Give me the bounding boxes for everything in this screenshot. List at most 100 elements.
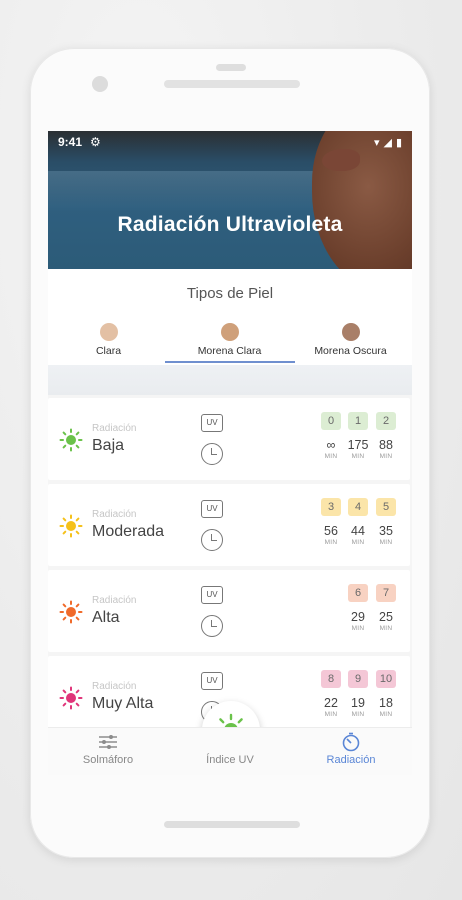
skin-swatch bbox=[341, 323, 360, 341]
tab-label: Morena Clara bbox=[197, 345, 262, 357]
skin-types-title: Tipos de Piel bbox=[186, 285, 274, 302]
uv-index-column: 5 35 MIN bbox=[375, 498, 397, 546]
uv-index-badge: 7 bbox=[376, 584, 396, 602]
minutes-unit: MIN bbox=[351, 539, 365, 546]
exposure-minutes: ∞ bbox=[326, 438, 336, 452]
uv-index-column: 1 175 MIN bbox=[347, 412, 369, 460]
phone-camera bbox=[92, 76, 108, 92]
phone-home-bar bbox=[164, 821, 300, 828]
exposure-minutes: 29 bbox=[351, 610, 365, 624]
exposure-minutes: 25 bbox=[379, 610, 393, 624]
skin-swatch bbox=[99, 323, 118, 341]
battery-icon: ▮ bbox=[395, 136, 402, 149]
uv-index-badge: 5 bbox=[376, 498, 396, 516]
app-screen: 9:41 ⚙ ▾ ◢ ▮ Radiación Ultravioleta Tipo… bbox=[48, 131, 412, 775]
uv-index-column: 9 19 MIN bbox=[347, 670, 369, 718]
minutes-unit: MIN bbox=[379, 453, 393, 460]
sun-icon bbox=[59, 686, 83, 710]
minutes-unit: MIN bbox=[324, 453, 338, 460]
radiation-level: Muy Alta bbox=[92, 695, 154, 712]
radiation-list: Radiación Baja UV 0 ∞ MIN 1 175 MIN 2 88 M… bbox=[48, 398, 412, 742]
exposure-minutes: 175 bbox=[347, 438, 369, 452]
minutes-unit: MIN bbox=[324, 711, 338, 718]
phone-sensor bbox=[216, 64, 246, 71]
uv-index-badge: 4 bbox=[348, 498, 368, 516]
skin-types-panel: Tipos de Piel Clara Morena Clara Morena … bbox=[48, 269, 412, 365]
signal-icon: ◢ bbox=[383, 136, 392, 149]
minutes-unit: MIN bbox=[351, 711, 365, 718]
tab-active-indicator bbox=[165, 361, 295, 363]
nav-label: Solmáforo bbox=[82, 754, 134, 766]
minutes-unit: MIN bbox=[379, 539, 393, 546]
uv-icon: UV bbox=[201, 672, 223, 690]
sliders-icon bbox=[48, 732, 168, 752]
exposure-minutes: 44 bbox=[351, 524, 365, 538]
nav-item-solmaforo[interactable]: Solmáforo bbox=[48, 732, 168, 766]
nav-label: Índice UV bbox=[206, 754, 254, 766]
radiation-level: Baja bbox=[92, 437, 125, 454]
sun-icon bbox=[59, 600, 83, 624]
exposure-minutes: 22 bbox=[324, 696, 338, 710]
sun-icon bbox=[59, 428, 83, 452]
minutes-unit: MIN bbox=[351, 625, 365, 632]
tab-skin-clara[interactable]: Clara bbox=[48, 323, 169, 357]
radiation-card[interactable]: Radiación Moderada UV 3 56 MIN 4 44 MIN 5 … bbox=[48, 484, 410, 566]
phone-speaker bbox=[164, 80, 300, 88]
uv-index-badge: 0 bbox=[321, 412, 341, 430]
uv-icon: UV bbox=[201, 586, 223, 604]
uv-index-badge: 8 bbox=[321, 670, 341, 688]
status-bar: 9:41 ⚙ ▾ ◢ ▮ bbox=[48, 131, 412, 153]
timer-icon bbox=[291, 732, 411, 752]
radiation-level: Alta bbox=[92, 609, 120, 626]
section-divider bbox=[48, 365, 412, 395]
wifi-icon: ▾ bbox=[373, 136, 380, 149]
bottom-navigation: Solmáforo Índice UV Radiación bbox=[48, 727, 412, 775]
minutes-unit: MIN bbox=[351, 453, 365, 460]
radiation-label: Radiación bbox=[92, 509, 137, 520]
uv-index-column: 4 44 MIN bbox=[347, 498, 369, 546]
uv-index-badge: 9 bbox=[348, 670, 368, 688]
uv-icon: UV bbox=[201, 414, 223, 432]
tab-label: Morena Oscura bbox=[314, 345, 387, 357]
tab-skin-morena-oscura[interactable]: Morena Oscura bbox=[290, 323, 411, 357]
status-time: 9:41 bbox=[58, 135, 83, 149]
uv-index-column: 3 56 MIN bbox=[320, 498, 342, 546]
radiation-card[interactable]: Radiación Baja UV 0 ∞ MIN 1 175 MIN 2 88 M… bbox=[48, 398, 410, 480]
uv-index-column: 0 ∞ MIN bbox=[320, 412, 342, 460]
minutes-unit: MIN bbox=[379, 625, 393, 632]
hero-banner: 9:41 ⚙ ▾ ◢ ▮ Radiación Ultravioleta bbox=[48, 131, 412, 269]
minutes-unit: MIN bbox=[324, 539, 338, 546]
uv-index-badge: 10 bbox=[376, 670, 396, 688]
uv-index-badge: 6 bbox=[348, 584, 368, 602]
radiation-level: Moderada bbox=[92, 523, 165, 540]
uv-index-column: 8 22 MIN bbox=[320, 670, 342, 718]
nav-item-radiacion[interactable]: Radiación bbox=[291, 732, 411, 766]
uv-icon: UV bbox=[201, 500, 223, 518]
clock-icon bbox=[201, 529, 223, 551]
clock-icon bbox=[201, 615, 223, 637]
radiation-label: Radiación bbox=[92, 423, 137, 434]
sun-icon bbox=[59, 514, 83, 538]
exposure-minutes: 56 bbox=[324, 524, 338, 538]
uv-index-column: 2 88 MIN bbox=[375, 412, 397, 460]
exposure-minutes: 88 bbox=[379, 438, 393, 452]
uv-index-badge: 2 bbox=[376, 412, 396, 430]
settings-gear-icon: ⚙ bbox=[90, 135, 101, 149]
radiation-card[interactable]: Radiación Alta UV 6 29 MIN 7 25 MIN bbox=[48, 570, 410, 652]
uv-index-column: 6 29 MIN bbox=[347, 584, 369, 632]
exposure-minutes: 19 bbox=[351, 696, 365, 710]
status-icons: ▾ ◢ ▮ bbox=[374, 136, 402, 149]
exposure-minutes: 35 bbox=[379, 524, 393, 538]
exposure-minutes: 18 bbox=[379, 696, 393, 710]
uv-index-column: 7 25 MIN bbox=[375, 584, 397, 632]
page-title: Radiación Ultravioleta bbox=[117, 213, 343, 236]
tab-skin-morena-clara[interactable]: Morena Clara bbox=[169, 323, 290, 357]
uv-index-badge: 1 bbox=[348, 412, 368, 430]
uv-index-badge: 3 bbox=[321, 498, 341, 516]
nav-item-indice-uv[interactable]: Índice UV bbox=[170, 754, 290, 766]
uv-index-column: 10 18 MIN bbox=[375, 670, 397, 718]
minutes-unit: MIN bbox=[379, 711, 393, 718]
skin-swatch bbox=[220, 323, 239, 341]
radiation-label: Radiación bbox=[92, 595, 137, 606]
clock-icon bbox=[201, 443, 223, 465]
